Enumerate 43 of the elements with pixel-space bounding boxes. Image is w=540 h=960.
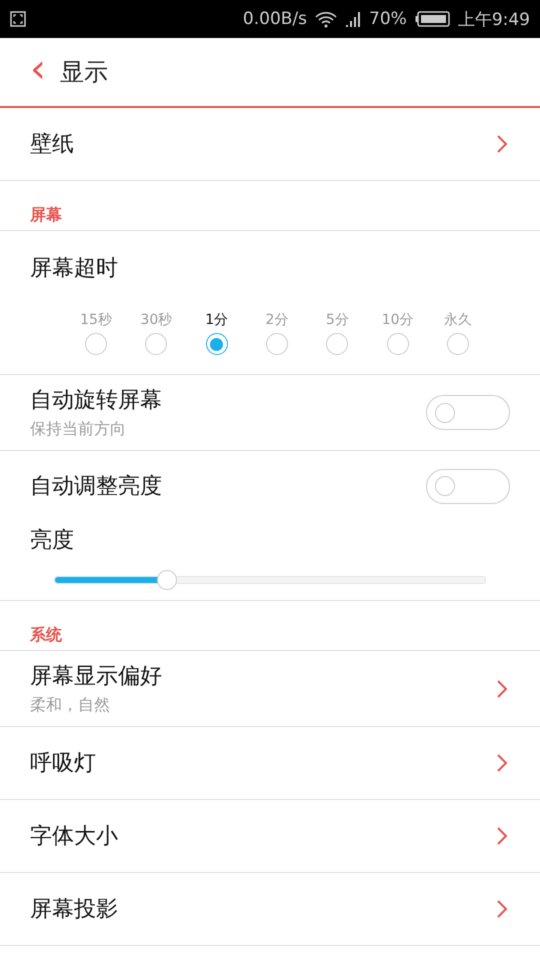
- radio-button[interactable]: [326, 333, 348, 355]
- setting-subtitle: 柔和，自然: [30, 695, 111, 716]
- wifi-icon: [315, 10, 338, 28]
- setting-title: 自动调整亮度: [30, 473, 162, 501]
- radio-button[interactable]: [85, 333, 107, 355]
- radio-button[interactable]: [145, 333, 168, 355]
- toggle-switch[interactable]: [426, 468, 510, 504]
- battery-icon: [414, 11, 450, 27]
- setting-title: 屏幕超时: [30, 255, 119, 283]
- chevron-right-icon[interactable]: [496, 826, 508, 846]
- chevron-right-icon[interactable]: [496, 899, 508, 919]
- back-button[interactable]: ‹: [24, 49, 52, 89]
- option-label: 15秒: [80, 311, 112, 329]
- radio-button[interactable]: [446, 333, 469, 355]
- setting-title[interactable]: 字体大小: [30, 821, 118, 851]
- section-header: 系统: [0, 601, 540, 651]
- network-speed: 0.00B/s: [242, 9, 308, 29]
- setting-subtitle: 保持当前方向: [30, 419, 127, 440]
- setting-title[interactable]: 壁纸: [30, 129, 74, 159]
- radio-button[interactable]: [266, 333, 288, 355]
- screenshot-icon: [10, 11, 26, 27]
- section-header: 屏幕: [0, 181, 540, 231]
- option-label: 5分: [326, 311, 349, 329]
- setting-title[interactable]: 呼吸灯: [30, 748, 96, 778]
- option-label: 30秒: [140, 311, 172, 329]
- setting-title: 亮度: [30, 527, 75, 555]
- setting-title[interactable]: 屏幕投影: [30, 894, 118, 924]
- option-label: 1分: [205, 311, 228, 329]
- option-label: 10分: [382, 311, 414, 329]
- radio-button[interactable]: [206, 333, 228, 355]
- clock: 上午9:49: [458, 8, 530, 30]
- page-title: 显示: [60, 57, 108, 88]
- battery-percent: 70%: [369, 9, 407, 29]
- toggle-switch[interactable]: [426, 395, 510, 430]
- option-label: 永久: [444, 311, 472, 329]
- setting-title[interactable]: 屏幕显示偏好: [30, 661, 162, 691]
- signal-icon: [345, 10, 362, 28]
- chevron-right-icon[interactable]: [496, 134, 508, 154]
- radio-button[interactable]: [386, 333, 409, 355]
- setting-title: 自动旋转屏幕: [30, 387, 162, 415]
- chevron-right-icon[interactable]: [496, 678, 508, 698]
- chevron-right-icon[interactable]: [496, 753, 508, 773]
- option-label: 2分: [266, 311, 288, 329]
